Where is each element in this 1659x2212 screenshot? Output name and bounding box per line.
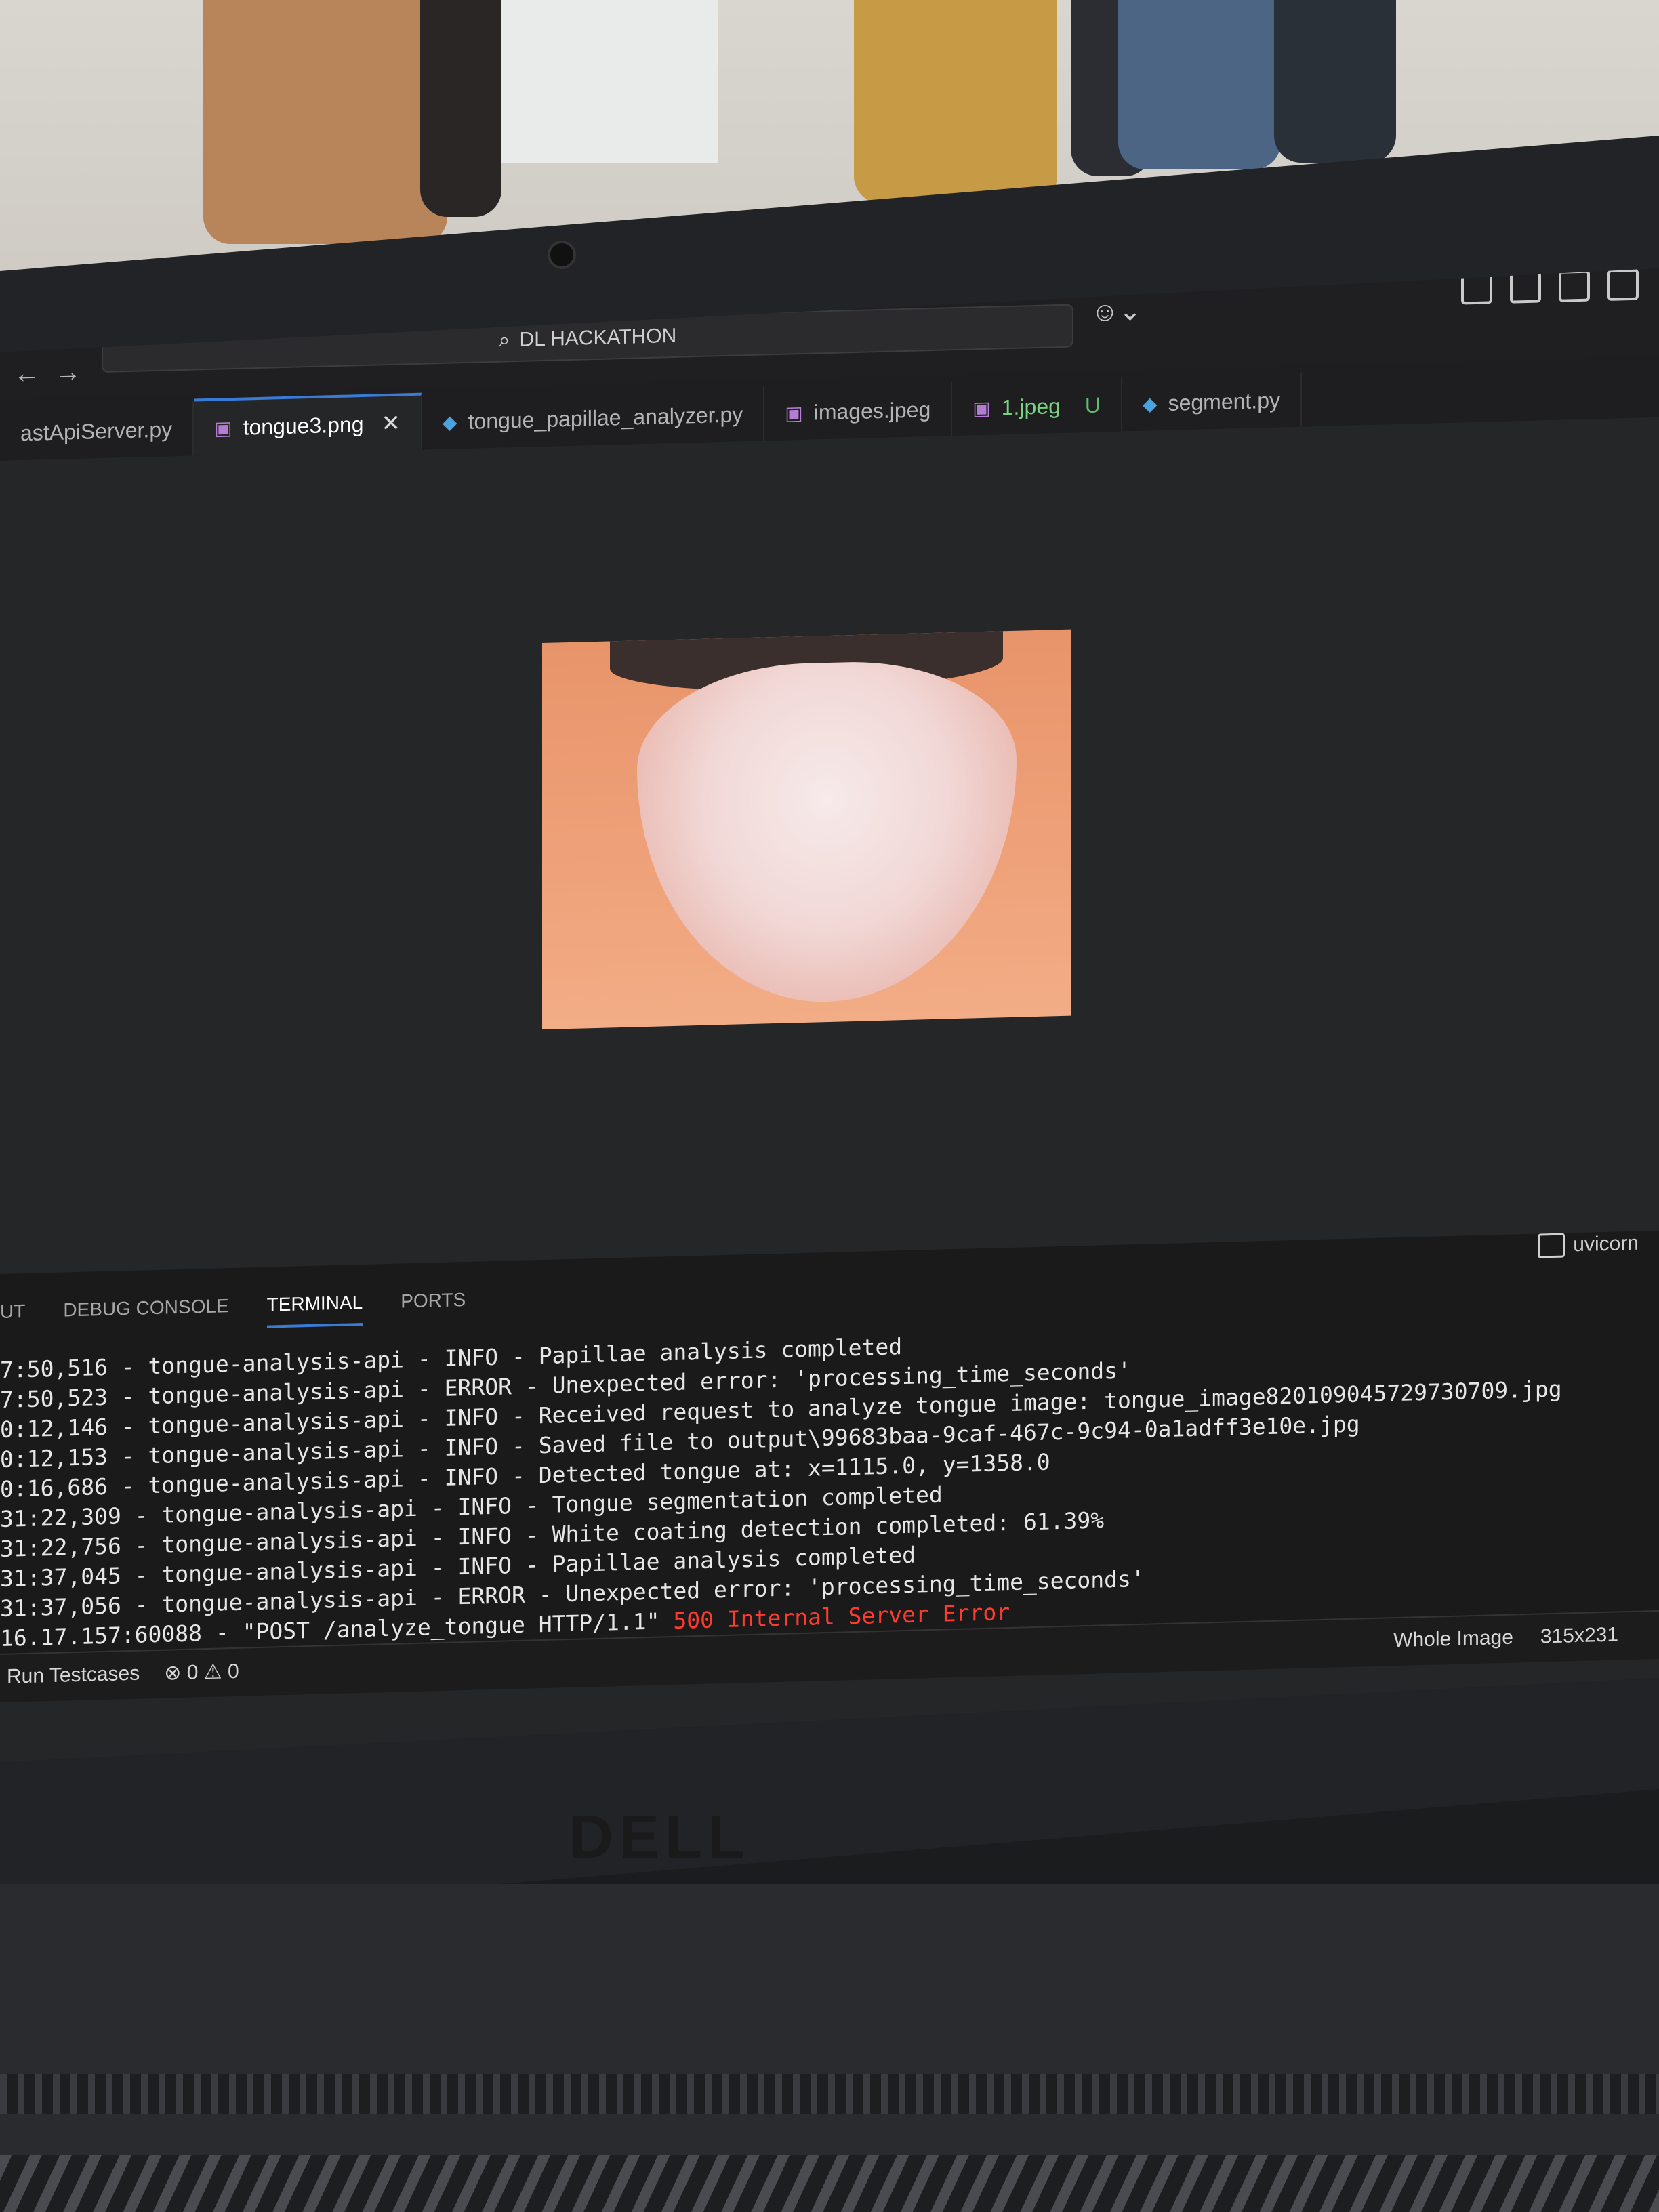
tab-terminal[interactable]: TERMINAL [267, 1292, 363, 1328]
tab-ports[interactable]: PORTS [401, 1289, 466, 1325]
copilot-icon[interactable]: ☺⌄ [1091, 295, 1141, 328]
tab-tongue3-png[interactable]: ▣ tongue3.png ✕ [194, 393, 422, 456]
python-file-icon: ◆ [1143, 392, 1158, 415]
hanging-coat [203, 0, 447, 244]
terminal-instance[interactable]: uvicorn [1538, 1231, 1639, 1258]
image-file-icon: ▣ [785, 402, 803, 424]
image-preview-editor [0, 417, 1659, 1274]
tongue-image [542, 630, 1071, 1029]
terminal-icon [1538, 1233, 1565, 1258]
tab-segment-py[interactable]: ◆ segment.py [1122, 373, 1302, 432]
doorway [501, 0, 718, 163]
image-file-icon: ▣ [214, 417, 232, 439]
tab-tongue-papillae-analyzer[interactable]: ◆ tongue_papillae_analyzer.py [422, 386, 764, 449]
hanging-bag [420, 0, 501, 217]
tab-output[interactable]: UT [0, 1300, 25, 1335]
toggle-secondary-sidebar-icon[interactable] [1607, 269, 1639, 301]
problems-indicator[interactable]: ⊗ 0 ⚠ 0 [164, 1660, 239, 1685]
forward-arrow-icon[interactable]: → [54, 357, 81, 388]
bottom-panel: UT DEBUG CONSOLE TERMINAL PORTS uvicorn … [0, 1231, 1659, 1654]
error-count: 0 [186, 1661, 199, 1684]
panel-tab-bar: UT DEBUG CONSOLE TERMINAL PORTS [0, 1289, 466, 1335]
untracked-badge: U [1084, 392, 1101, 417]
tab-label: tongue_papillae_analyzer.py [468, 401, 743, 434]
warning-count: 0 [227, 1660, 239, 1683]
image-dimensions: 315x231 [1540, 1623, 1618, 1648]
search-icon: ⌕ [498, 329, 510, 352]
brand-logo: DELL [569, 1803, 750, 1871]
toggle-panel-icon[interactable] [1559, 270, 1590, 302]
image-zoom-mode[interactable]: Whole Image [1393, 1626, 1513, 1653]
hanging-jeans [1118, 0, 1281, 169]
terminal-name: uvicorn [1573, 1231, 1639, 1256]
hanging-jacket [1274, 0, 1396, 163]
tab-debug-console[interactable]: DEBUG CONSOLE [63, 1295, 228, 1333]
hanging-yellow-cloth [854, 0, 1057, 203]
webcam-icon [548, 241, 576, 269]
tab-label: 1.jpeg [1001, 393, 1061, 419]
error-icon: ⊗ [164, 1661, 182, 1685]
python-file-icon: ◆ [443, 411, 457, 433]
tab-images-jpeg[interactable]: ▣ images.jpeg [764, 382, 952, 441]
close-icon[interactable]: ✕ [382, 410, 401, 438]
laptop-screen: ← → ⌕ DL HACKATHON ☺⌄ astApiServer.py ▣ … [0, 268, 1659, 1762]
warning-icon: ⚠ [203, 1660, 222, 1684]
status-bar-right: Whole Image 315x231 [1393, 1623, 1618, 1652]
terminal-output[interactable]: 7:50,516 - tongue-analysis-api - INFO - … [0, 1312, 1659, 1654]
workspace-name: DL HACKATHON [519, 324, 677, 351]
run-testcases-button[interactable]: Run Testcases [7, 1662, 140, 1689]
toggle-primary-sidebar-icon[interactable] [1510, 271, 1541, 303]
tab-fastapi-server[interactable]: astApiServer.py [0, 402, 194, 461]
tab-label: tongue3.png [243, 411, 364, 440]
image-file-icon: ▣ [972, 397, 991, 419]
tab-label: segment.py [1168, 388, 1280, 415]
tongue-shape [637, 658, 1017, 1007]
keyboard-vent [0, 2074, 1659, 2114]
back-arrow-icon[interactable]: ← [14, 358, 41, 389]
tab-1-jpeg[interactable]: ▣ 1.jpeg U [952, 377, 1122, 436]
tab-label: images.jpeg [813, 396, 931, 425]
tab-label: astApiServer.py [20, 416, 173, 445]
status-bar-left: Run Testcases ⊗ 0 ⚠ 0 [7, 1660, 239, 1689]
keyboard-grille [0, 2155, 1659, 2212]
